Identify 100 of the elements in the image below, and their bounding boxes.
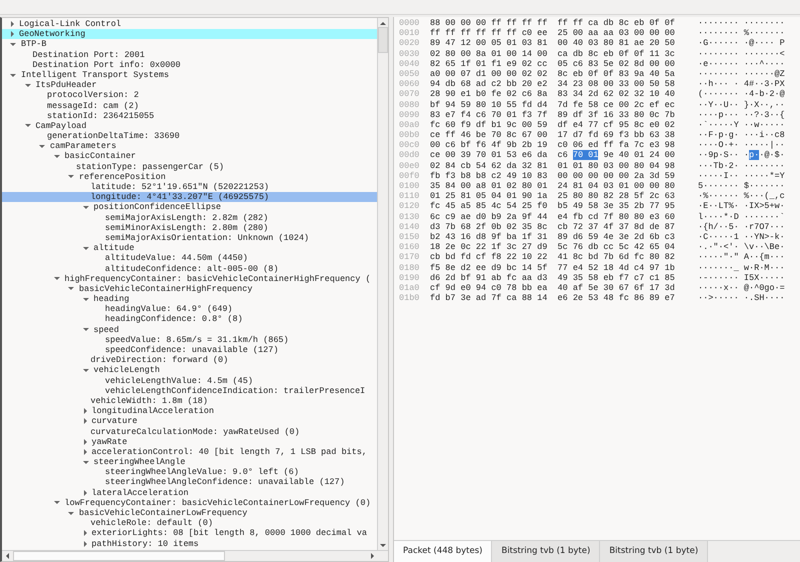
caret-icon[interactable]: [24, 84, 30, 87]
caret-icon[interactable]: [54, 277, 60, 280]
ascii-text[interactable]: ········ %·······: [698, 28, 785, 38]
hex-bytes[interactable]: fd b7 3e ad 7f ca 88 14 e6 2e 53 48 fc 86 89 e7: [430, 293, 675, 304]
tree-row[interactable]: basicVehicleContainerLowFrequency: [2, 508, 377, 518]
hex-bytes[interactable]: ce ff 46 be 70 8c 67 00 17 d7 fd 69 f3 bb 63 38: [430, 130, 675, 140]
hex-bytes[interactable]: fc 60 f9 df b1 9c 00 59 df e4 77 cf 95 8c e0 02: [430, 120, 675, 130]
ascii-text[interactable]: ·e······ ···^····: [698, 58, 785, 69]
hex-bytes[interactable]: 94 db 68 ad c2 bb 20 e2 34 23 08 00 33 00 50 58: [430, 79, 675, 90]
tree-row[interactable]: Intelligent Transport Systems: [2, 70, 377, 80]
ascii-text[interactable]: (······· ·4-b·2·@: [698, 89, 785, 100]
ascii-text[interactable]: ·%······ %···(_,c: [698, 191, 785, 202]
hex-bytes[interactable]: 88 00 00 00 ff ff ff ff ff ff ca db 8c eb 0f 0f: [430, 18, 675, 28]
ascii-text[interactable]: ·{h/··5· ·r7O7···: [698, 222, 785, 232]
hex-bytes[interactable]: 83 e7 f4 c6 70 01 f3 7f 89 df 3f 16 33 80 0c 7b: [430, 110, 675, 120]
horizontal-scrollbar[interactable]: [2, 550, 388, 561]
hex-bytes[interactable]: 02 80 00 8a 01 00 14 00 ca db 8c eb 0f 0f 11 3c: [430, 48, 675, 59]
tree-row[interactable]: altitudeValue: 44.50m (4450): [2, 253, 377, 264]
caret-icon[interactable]: [54, 501, 60, 504]
hex-bytes[interactable]: d3 7b 68 2f 0b 02 35 8c cb 72 37 4f 37 8d de 87: [430, 222, 675, 232]
hex-bytes[interactable]: a0 00 07 d1 00 00 02 02 8c eb 0f 0f 83 9a 40 5a: [430, 68, 675, 79]
hex-bytes[interactable]: 01 25 81 05 04 01 90 1a 25 80 80 82 28 5f 2c 63: [430, 191, 675, 202]
hex-bytes[interactable]: 28 90 e1 b0 fe 02 c6 8a 83 34 2d 62 02 32 10 40: [430, 89, 675, 100]
tree-row[interactable]: latitude: 52°1'19.651"N (520221253): [2, 182, 377, 192]
tree-row[interactable]: driveDirection: forward (0): [2, 355, 377, 366]
tree-row[interactable]: pathHistory: 10 items: [2, 538, 377, 549]
hex-bytes[interactable]: ce 00 39 70 01 53 e6 da c6: [430, 150, 568, 160]
hex-bytes[interactable]: fb f3 b8 b8 c2 49 10 83 00 00 00 00 00 2a 3d 59: [430, 170, 675, 181]
caret-icon[interactable]: [24, 124, 30, 128]
ascii-text[interactable]: ··9p·S·· ·: [698, 150, 750, 160]
ascii-text[interactable]: ·E··LT%· ·IX>5+w·: [698, 201, 785, 212]
ascii-text[interactable]: ·-······ I5X·····: [698, 272, 785, 283]
tree-row[interactable]: altitudeConfidence: alt-005-00 (8): [2, 264, 377, 274]
ascii-text[interactable]: ········ ········: [698, 18, 785, 28]
tree-row[interactable]: curvatureCalculationMode: yawRateUsed (0): [2, 426, 377, 437]
hex-bytes[interactable]: 89 47 12 00 05 01 03 81 00 40 03 80 81 ae 20 50: [430, 38, 675, 48]
tab[interactable]: Packet (448 bytes): [394, 541, 492, 562]
hex-bytes[interactable]: cf 9d e0 94 c0 78 bb ea 40 af 5e 30 67 6f 17 3d: [430, 282, 675, 293]
tree-row[interactable]: curvature: [2, 416, 377, 426]
tree-row[interactable]: headingConfidence: 0.8° (8): [2, 314, 377, 325]
hex-bytes[interactable]: fc 45 a5 85 4c 54 25 f0 b5 49 58 3e 35 2b 77 95: [430, 201, 675, 212]
caret-icon[interactable]: [39, 144, 45, 148]
tab[interactable]: Bitstring tvb (1 byte): [492, 541, 600, 562]
tree-row[interactable]: highFrequencyContainer: basicVehicleContainerHighFrequency (: [2, 274, 377, 284]
ascii-text[interactable]: ·G······ ·@···· P: [698, 38, 785, 48]
caret-icon[interactable]: [82, 368, 88, 372]
tree-row[interactable]: semiMinorAxisLength: 2.80m (280): [2, 222, 377, 233]
caret-icon[interactable]: [84, 490, 86, 496]
hex-bytes[interactable]: b2 43 16 d8 9f ba 1f 31 89 d6 59 4e 3e 2d 6b c3: [430, 232, 675, 242]
tree-row[interactable]: accelerationControl: 40 [bit length 7, 1 LSB pad bits,: [2, 446, 377, 458]
tree-row[interactable]: vehicleLengthConfidenceIndication: trailerPresenceI: [2, 386, 377, 396]
vertical-scrollbar[interactable]: [377, 18, 388, 550]
caret-icon[interactable]: [54, 155, 60, 158]
caret-icon[interactable]: [68, 175, 74, 178]
caret-icon[interactable]: [84, 530, 86, 536]
ascii-text[interactable]: 5······· $·······: [698, 181, 785, 191]
caret-icon[interactable]: [82, 460, 88, 464]
tree-row[interactable]: yawRate: [2, 436, 377, 447]
tree-row[interactable]: messageId: cam (2): [2, 100, 377, 111]
ascii-text[interactable]: ··h··· · 4#··3·PX: [698, 79, 785, 90]
tree-row[interactable]: lowFrequencyContainer: basicVehicleContainerLowFrequency (0): [2, 498, 377, 508]
tree-row[interactable]: headingValue: 64.9° (649): [2, 304, 377, 314]
tree-row[interactable]: GeoNetworking: [2, 29, 377, 40]
ascii-text[interactable]: ·······_ w·R·M···: [698, 262, 785, 272]
tree-row[interactable]: heading: [2, 294, 377, 304]
ascii-text[interactable]: ····O·+· ·····|··: [698, 140, 785, 150]
caret-icon[interactable]: [82, 298, 88, 301]
hex-bytes[interactable]: 70 01: [572, 150, 598, 160]
tree-row[interactable]: speed: [2, 324, 377, 335]
caret-icon[interactable]: [84, 540, 86, 547]
tree-row[interactable]: Destination Port: 2001: [2, 50, 377, 60]
tree-row[interactable]: vehicleWidth: 1.8m (18): [2, 396, 377, 406]
hex-bytes[interactable]: 00 c6 bf f6 4f 9b 2b 19 c0 06 ed ff fa 7c e3 98: [430, 140, 675, 150]
tree-row[interactable]: semiMajorAxisLength: 2.82m (282): [2, 212, 377, 223]
tree-row[interactable]: vehicleLengthValue: 4.5m (45): [2, 376, 377, 386]
hex-bytes[interactable]: 18 2e 0c 22 1f 3c 27 d9 5c 76 db cc 5c 42 65 04: [430, 242, 675, 252]
caret-icon[interactable]: [84, 448, 86, 455]
tree-row[interactable]: generationDeltaTime: 33690: [2, 131, 377, 142]
hex-bytes[interactable]: 82 65 1f 01 f1 e9 02 cc 05 c6 83 5e 02 8d 00 00: [430, 58, 675, 69]
ascii-text[interactable]: ·`·····Y ··w·····: [698, 120, 785, 130]
caret-icon[interactable]: [10, 42, 16, 46]
caret-icon[interactable]: [82, 328, 88, 332]
tree-row[interactable]: basicContainer: [2, 151, 377, 162]
hex-bytes[interactable]: f5 8e d2 ee d9 bc 14 5f 77 e4 52 18 4d c4 97 1b: [430, 262, 675, 272]
ascii-text[interactable]: ···Tb·2· ········: [698, 160, 785, 171]
caret-icon[interactable]: [11, 31, 14, 38]
ascii-text[interactable]: ·····I·· ·····*=Y: [698, 170, 785, 181]
ascii-text[interactable]: ····p··· ··?·3··{: [698, 110, 785, 120]
tree-row[interactable]: stationId: 2364215055: [2, 110, 377, 121]
tree-row[interactable]: positionConfidenceEllipse: [2, 202, 377, 213]
tree-row[interactable]: camParameters: [2, 141, 377, 152]
ascii-text[interactable]: ·.·"·<'· \v··\Be·: [698, 242, 785, 252]
caret-icon[interactable]: [84, 418, 86, 424]
hex-bytes[interactable]: 6c c9 ae d0 b9 2a 9f 44 e4 fb cd 7f 80 80 e3 60: [430, 212, 675, 222]
ascii-text[interactable]: ·@·$·: [759, 150, 785, 160]
tree-row[interactable]: speedValue: 8.65m/s = 31.1km/h (865): [2, 334, 377, 345]
ascii-text[interactable]: ·C·····1 ··YN>-k·: [698, 232, 785, 242]
ascii-text[interactable]: p·: [749, 150, 760, 160]
caret-icon[interactable]: [10, 74, 16, 77]
ascii-text[interactable]: ·····"·" A··{m···: [698, 252, 785, 262]
